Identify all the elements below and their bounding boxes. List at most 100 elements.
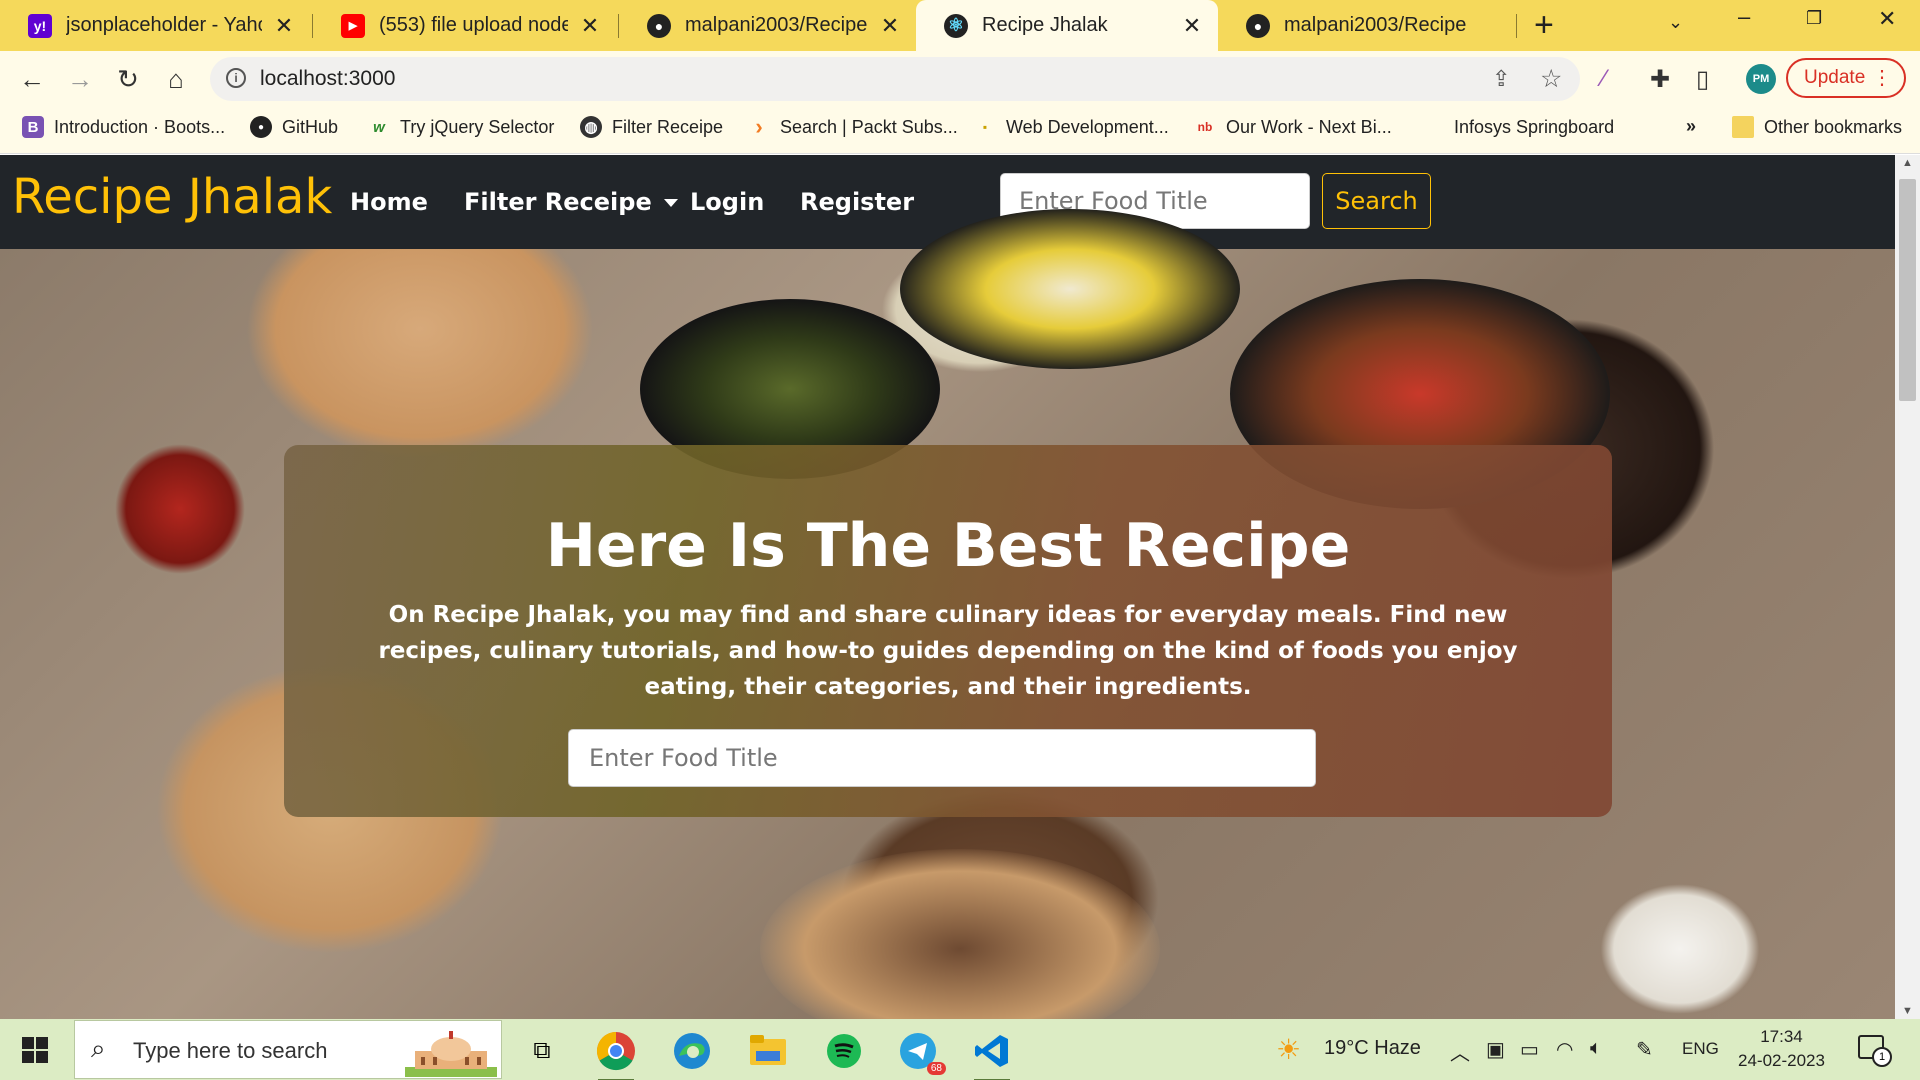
browser-tab[interactable]: ▶ (553) file upload node js r ✕ — [313, 0, 616, 51]
windows-start-icon[interactable] — [22, 1037, 48, 1063]
language-indicator[interactable]: ENG — [1682, 1039, 1719, 1059]
bookmark-label: GitHub — [282, 116, 339, 137]
menu-kebab-icon[interactable]: ⋮ — [1872, 66, 1892, 90]
tab-title: jsonplaceholder - Yahoo I — [66, 14, 262, 36]
bookmark-label: Infosys Springboard — [1454, 116, 1615, 137]
spotify-icon[interactable] — [822, 1029, 866, 1073]
telegram-badge: 68 — [926, 1062, 946, 1075]
vscode-icon[interactable] — [970, 1029, 1014, 1080]
taskbar-search-box[interactable]: ⌕ Type here to search — [74, 1020, 502, 1079]
scroll-up-arrow-icon[interactable]: ▲ — [1902, 157, 1913, 169]
bookmark-label: Try jQuery Selector — [400, 116, 555, 137]
close-icon[interactable]: ✕ — [272, 13, 296, 39]
nav-filter-dropdown[interactable]: Filter Receipe — [464, 188, 678, 216]
edge-icon[interactable] — [670, 1029, 714, 1073]
bookmark-item[interactable]: Infosys Springboard — [1422, 116, 1614, 138]
new-tab-icon[interactable]: + — [1534, 7, 1554, 43]
battery-icon[interactable]: ▭ — [1520, 1037, 1539, 1062]
chrome-icon[interactable] — [594, 1029, 638, 1080]
task-view-icon[interactable]: ⧉ — [520, 1029, 564, 1073]
hero-search-input[interactable]: Enter Food Title — [568, 729, 1316, 787]
close-window-icon[interactable]: ✕ — [1878, 6, 1896, 32]
nav-home[interactable]: Home — [350, 188, 428, 216]
github-icon: ● — [250, 116, 272, 138]
pen-extension-icon[interactable]: ⁄ — [1602, 65, 1606, 93]
telegram-icon[interactable]: 68 — [896, 1029, 946, 1075]
browser-tab[interactable]: ● malpani2003/Recipe-Jalal ✕ — [1218, 0, 1514, 51]
bookmark-label: Search | Packt Subs... — [780, 116, 958, 137]
bookmark-item[interactable]: B Introduction · Boots... — [22, 116, 225, 138]
windows-taskbar: ⌕ Type here to search ⧉ 68 ☀ 19°C Haze ︿… — [0, 1019, 1920, 1080]
scroll-down-arrow-icon[interactable]: ▼ — [1902, 1005, 1913, 1017]
pen-icon[interactable]: ✎ — [1636, 1037, 1653, 1062]
yahoo-icon: y! — [28, 13, 52, 38]
home-icon[interactable]: ⌂ — [158, 61, 194, 97]
browser-tab-strip: y! jsonplaceholder - Yahoo I ✕ ▶ (553) f… — [0, 0, 1920, 51]
notification-count: 1 — [1872, 1047, 1892, 1067]
bookmark-star-icon[interactable]: ☆ — [1540, 64, 1562, 94]
bookmark-item[interactable]: ● GitHub — [250, 116, 338, 138]
weather-text[interactable]: 19°C Haze — [1324, 1037, 1421, 1060]
url-text[interactable]: localhost:3000 — [260, 67, 395, 91]
bookmark-item[interactable]: nb Our Work - Next Bi... — [1194, 116, 1392, 138]
w3schools-icon: w — [373, 118, 385, 136]
taskbar-search-placeholder: Type here to search — [133, 1038, 328, 1063]
back-icon[interactable]: ← — [14, 61, 50, 97]
notification-center-icon[interactable]: 1 — [1858, 1035, 1892, 1067]
youtube-icon: ▶ — [341, 13, 365, 38]
other-bookmarks[interactable]: Other bookmarks — [1732, 116, 1902, 138]
extensions-puzzle-icon[interactable]: ✚ — [1650, 65, 1670, 94]
nav-filter-label: Filter Receipe — [464, 188, 652, 216]
bookmark-label: Web Development... — [1006, 116, 1169, 137]
close-icon[interactable]: ✕ — [878, 13, 902, 39]
bootstrap-icon: B — [22, 116, 44, 138]
hero-card: Here Is The Best Recipe On Recipe Jhalak… — [284, 445, 1612, 817]
bookmarks-bar: B Introduction · Boots... ● GitHub w Try… — [0, 107, 1920, 154]
food-plate-image — [900, 209, 1240, 369]
nav-login[interactable]: Login — [690, 188, 764, 216]
browser-tab[interactable]: ● malpani2003/Recipe-Jalal ✕ — [619, 0, 916, 51]
forward-icon[interactable]: → — [62, 61, 98, 97]
address-bar[interactable]: i localhost:3000 ⇪ ☆ — [210, 57, 1580, 101]
close-icon[interactable]: ✕ — [1180, 13, 1204, 39]
restore-icon[interactable]: ❐ — [1806, 8, 1822, 29]
scrollbar-thumb[interactable] — [1899, 179, 1916, 401]
weather-icon[interactable]: ☀ — [1276, 1033, 1301, 1066]
profile-avatar[interactable]: PM — [1746, 64, 1776, 94]
food-plate-image — [760, 849, 1160, 1019]
side-panel-icon[interactable]: ▯ — [1696, 65, 1709, 94]
folder-icon — [1732, 116, 1754, 138]
wifi-icon[interactable]: ◠ — [1556, 1037, 1573, 1062]
nav-register[interactable]: Register — [800, 188, 914, 216]
bookmark-item[interactable]: › Search | Packt Subs... — [748, 114, 958, 139]
bookmark-item[interactable]: ▪ Web Development... — [974, 116, 1169, 138]
bookmark-label: Introduction · Boots... — [54, 116, 226, 137]
file-explorer-icon[interactable] — [746, 1029, 790, 1073]
browser-tab-active[interactable]: ⚛ Recipe Jhalak ✕ — [916, 0, 1218, 51]
volume-icon[interactable]: 🔈︎ — [1590, 1037, 1602, 1060]
bookmark-item[interactable]: ◍ Filter Receipe — [580, 116, 723, 138]
meet-now-icon[interactable]: ▣ — [1486, 1037, 1505, 1062]
bookmark-item[interactable]: w Try jQuery Selector — [368, 116, 554, 138]
close-icon[interactable]: ✕ — [578, 13, 602, 39]
search-icon: ⌕ — [91, 1033, 106, 1063]
bookmark-label: Our Work - Next Bi... — [1226, 116, 1392, 137]
site-brand[interactable]: Recipe Jhalak — [12, 169, 332, 225]
page-scrollbar[interactable]: ▲ ▼ — [1895, 155, 1920, 1019]
update-button[interactable]: Update ⋮ — [1786, 58, 1906, 98]
minimize-icon[interactable]: – — [1738, 4, 1750, 30]
site-info-icon[interactable]: i — [226, 68, 246, 88]
reload-icon[interactable]: ↻ — [110, 61, 146, 97]
bookmarks-overflow-icon[interactable]: » — [1686, 116, 1696, 137]
tray-chevron-up-icon[interactable]: ︿ — [1450, 1037, 1470, 1066]
hero-title: Here Is The Best Recipe — [545, 511, 1351, 581]
tab-search-chevron-icon[interactable]: ⌄ — [1668, 12, 1683, 33]
react-icon: ⚛ — [944, 13, 968, 38]
infosys-icon — [1422, 116, 1444, 138]
github-icon: ● — [1246, 13, 1270, 38]
browser-tab[interactable]: y! jsonplaceholder - Yahoo I ✕ — [0, 0, 310, 51]
system-clock[interactable]: 17:34 24-02-2023 — [1738, 1025, 1825, 1073]
navbar-search-button[interactable]: Search — [1322, 173, 1431, 229]
tab-title: malpani2003/Recipe-Jalal — [685, 14, 868, 36]
share-icon[interactable]: ⇪ — [1492, 66, 1510, 92]
